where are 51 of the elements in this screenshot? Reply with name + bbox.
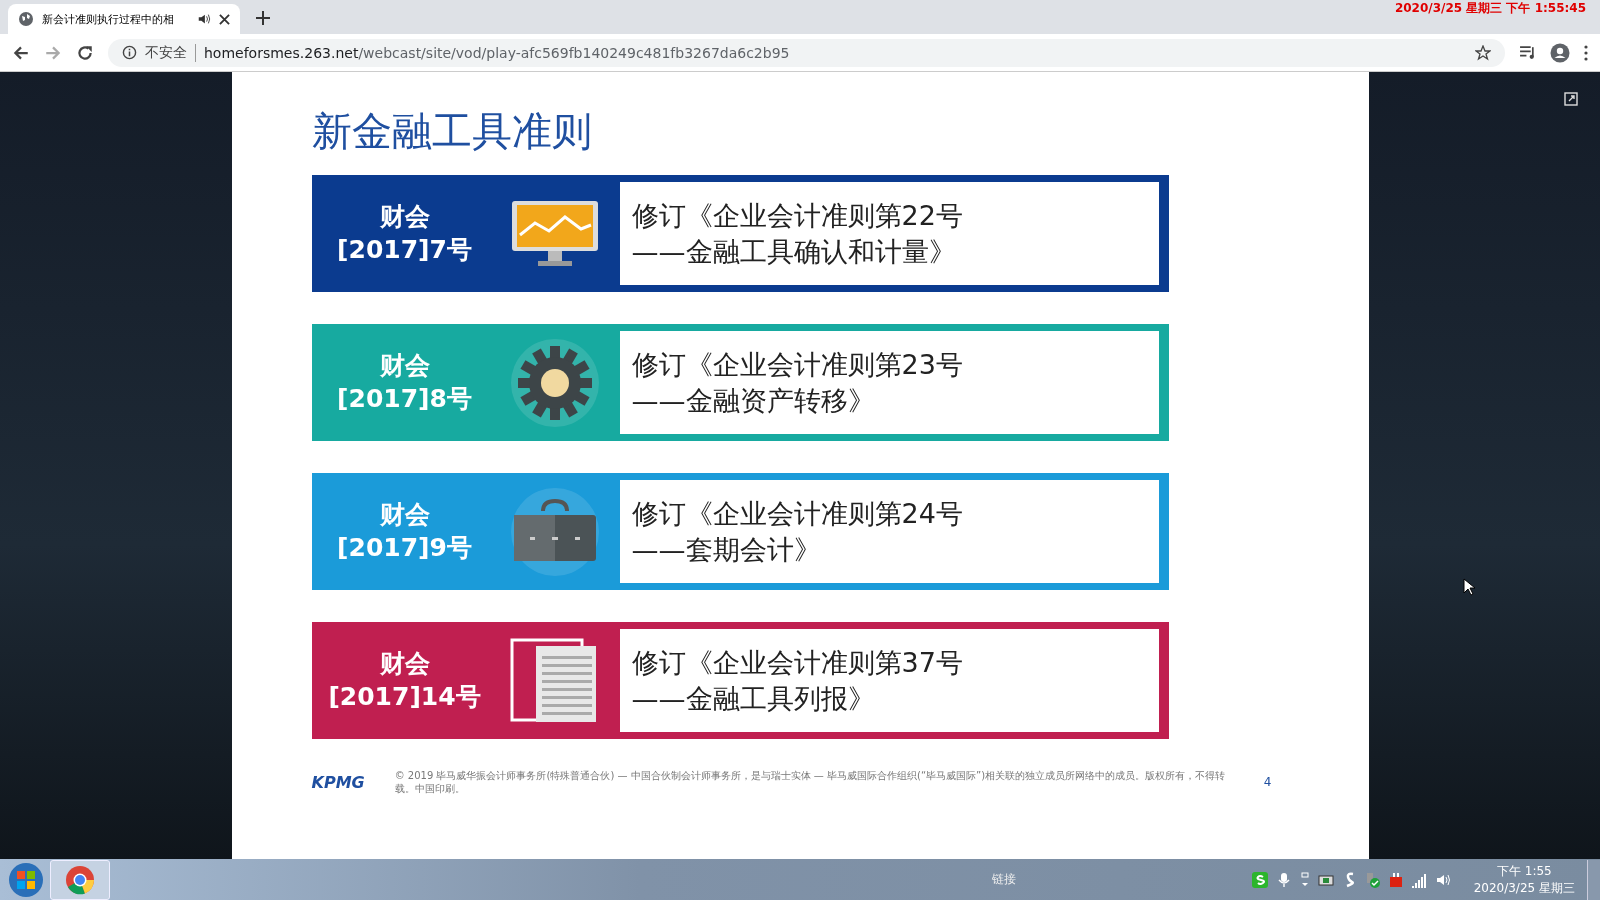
security-label: 不安全 <box>145 43 196 62</box>
document-number: 财会 <box>379 648 430 680</box>
chrome-icon <box>65 864 95 895</box>
standard-text: ——金融工具确认和计量》 <box>631 234 957 269</box>
document-number: [2017]8号 <box>337 382 472 415</box>
page-number: 4 <box>1263 775 1272 789</box>
info-icon <box>122 45 137 60</box>
media-icon[interactable] <box>1519 44 1536 61</box>
taskbar-app-button[interactable] <box>50 859 110 900</box>
reload-icon[interactable] <box>76 43 94 62</box>
fullscreen-icon[interactable] <box>1564 92 1578 106</box>
address-bar[interactable]: 不安全 homeforsmes.263.net/webcast/site/vod/play-afc569fb140249c481fb3267da6c2b95 <box>108 38 1505 67</box>
links-toolbar[interactable]: 链接 <box>991 871 1016 888</box>
url-text: homeforsmes.263.net/webcast/site/vod/play-afc569fb140249c481fb3267da6c2b95 <box>204 44 790 61</box>
document-number: 财会 <box>379 201 430 233</box>
document-number: 财会 <box>379 350 430 382</box>
document-number: 财会 <box>379 499 430 531</box>
start-icon[interactable] <box>8 861 44 898</box>
ime-icon[interactable] <box>1251 871 1268 888</box>
standard-text: 修订《企业会计准则第24号 <box>631 497 964 532</box>
browser-tab[interactable]: 新会计准则执行过程中的相 <box>8 4 240 34</box>
document-number: [2017]14号 <box>328 680 481 713</box>
new-tab-icon[interactable] <box>256 11 270 25</box>
standard-text: ——套期会计》 <box>631 532 822 567</box>
clock-date[interactable]: 2020/3/25 星期三 <box>1473 879 1575 897</box>
clock-time[interactable]: 下午 1:55 <box>1496 862 1552 880</box>
overlay-clock: 2020/3/25 星期三 下午 1:55:45 <box>1394 0 1586 17</box>
speaker-icon[interactable] <box>197 12 211 26</box>
signal-icon[interactable] <box>1411 871 1428 888</box>
logo-text: KPMG <box>311 772 365 792</box>
globe-icon <box>18 11 34 27</box>
standard-text: 修订《企业会计准则第37号 <box>631 646 964 681</box>
standard-text: ——金融资产转移》 <box>631 383 876 418</box>
star-icon[interactable] <box>1475 44 1491 61</box>
standard-text: ——金融工具列报》 <box>631 681 876 716</box>
account-icon[interactable] <box>1550 42 1570 63</box>
document-number: [2017]7号 <box>337 233 472 266</box>
cursor-icon <box>1463 578 1475 596</box>
plug-icon[interactable] <box>1387 871 1404 888</box>
close-icon[interactable] <box>219 13 230 25</box>
monitor-icon <box>509 198 600 269</box>
slide-title: 新金融工具准则 <box>311 107 593 156</box>
document-number: [2017]9号 <box>337 531 472 564</box>
briefcase-icon <box>509 486 600 577</box>
copyright-text: © 2019 毕马威华振会计师事务所(特殊普通合伙) — 中国合伙制会计师事务所，是与瑞士实体 — 毕马威国际合作组织(“毕马威国际”)相关联的独立成员所网络中的成员。版权所有，不得转载。中国印刷。 <box>394 769 1227 795</box>
tab-title: 新会计准则执行过程中的相 <box>42 11 175 27</box>
gear-icon <box>509 337 600 428</box>
menu-icon[interactable] <box>1584 44 1588 61</box>
standard-text: 修订《企业会计准则第23号 <box>631 348 964 383</box>
standard-text: 修订《企业会计准则第22号 <box>631 199 964 234</box>
chevron-icon[interactable] <box>1299 871 1310 888</box>
